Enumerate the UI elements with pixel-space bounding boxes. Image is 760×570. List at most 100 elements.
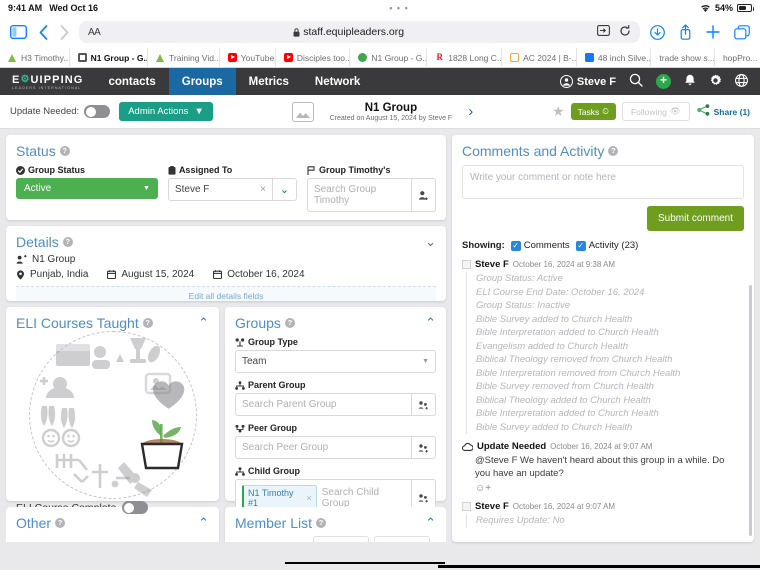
help-icon[interactable]: ?	[62, 237, 73, 247]
assigned-to-dropdown-icon[interactable]: ⌄	[272, 178, 297, 201]
app-logo[interactable]: E ⚙ UIPPING LEADERS INTERNATIONAL	[0, 68, 95, 95]
user-menu[interactable]: Steve F	[559, 75, 616, 88]
group-photo-placeholder-icon[interactable]	[291, 101, 314, 122]
eli-course-wheel[interactable]	[16, 331, 209, 499]
share-icon[interactable]	[679, 24, 692, 40]
hierarchy-icon	[235, 380, 245, 390]
bookmark-item[interactable]: AC 2024 | B-...	[502, 47, 577, 68]
create-member-button[interactable]: Create +	[312, 536, 369, 543]
bookmark-item[interactable]: hopPro...	[715, 48, 760, 68]
bell-icon[interactable]	[684, 74, 696, 90]
peer-group-input[interactable]: Search Peer Group	[235, 436, 412, 459]
filter-comments-checkbox[interactable]: ✓ Comments	[510, 240, 570, 251]
bookmark-item[interactable]: N1 Group - G...	[350, 47, 428, 68]
next-record-chevron-icon[interactable]: ›	[468, 103, 473, 120]
help-icon[interactable]: ?	[59, 146, 70, 156]
reader-view-icon[interactable]	[597, 25, 610, 39]
remove-chip-icon[interactable]: ×	[307, 493, 312, 503]
clock-icon: ⏲	[602, 106, 609, 116]
sidebar-toggle-icon[interactable]	[10, 25, 27, 39]
add-icon[interactable]: +	[656, 74, 671, 89]
bookmark-item[interactable]: Training Vid...	[148, 47, 220, 68]
wifi-icon	[701, 4, 710, 12]
entry-timestamp: October 16, 2024 at 9:38 AM	[512, 260, 616, 269]
group-type-select[interactable]: Team ▼	[235, 350, 436, 373]
reload-icon[interactable]	[619, 24, 631, 40]
filter-activity-checkbox[interactable]: ✓ Activity (23)	[575, 240, 638, 251]
share-network-icon[interactable]	[696, 104, 710, 119]
text-size-button[interactable]: AA	[88, 27, 101, 38]
assigned-to-field: Assigned To Steve F × ⌄	[167, 165, 297, 212]
following-button[interactable]: Following 👁	[621, 102, 690, 121]
chevron-up-icon[interactable]: ⌃	[198, 315, 209, 331]
forward-button-icon[interactable]	[60, 24, 69, 40]
nav-tab-contacts[interactable]: contacts	[95, 68, 168, 95]
details-group-name-row: N1 Group	[16, 254, 436, 265]
tab-overview-icon[interactable]	[734, 24, 750, 40]
details-location: Punjab, India	[30, 269, 89, 280]
select-member-button[interactable]: Select	[373, 536, 430, 542]
add-reaction-icon[interactable]: ☺+	[475, 483, 738, 494]
cards-row: ELI Courses Taught? ⌃ Groups ? ⌃ Group T…	[6, 307, 446, 517]
clear-icon[interactable]: ×	[260, 184, 266, 195]
group-status-select[interactable]: Active ▼	[16, 178, 158, 199]
search-icon[interactable]	[629, 73, 643, 90]
chevron-up-icon[interactable]: ⌃	[198, 515, 209, 531]
nav-tab-network[interactable]: Network	[302, 68, 373, 95]
gear-icon[interactable]	[709, 74, 722, 90]
bookmark-label: N1 Group - G...	[371, 52, 428, 63]
add-group-icon[interactable]	[412, 436, 436, 459]
bookmark-item[interactable]: R 1828 Long C...	[427, 47, 503, 68]
nav-tab-metrics[interactable]: Metrics	[236, 68, 302, 95]
group-type-label: Group Type	[248, 337, 298, 347]
avatar-icon	[462, 502, 471, 511]
eli-course-complete-toggle[interactable]	[122, 501, 149, 514]
parent-group-input[interactable]: Search Parent Group	[235, 393, 412, 416]
admin-actions-label: Admin Actions	[128, 106, 189, 117]
eli-card-title: ELI Courses Taught	[16, 315, 139, 331]
comment-input[interactable]: Write your comment or note here	[462, 165, 744, 199]
assigned-to-label: Assigned To	[178, 165, 233, 175]
help-icon[interactable]: ?	[316, 518, 327, 528]
feed-scrollbar[interactable]	[749, 285, 752, 536]
create-label: Create	[321, 542, 350, 543]
download-icon[interactable]	[650, 24, 665, 40]
bookmark-item[interactable]: 48 inch Silve...	[577, 47, 652, 68]
help-icon[interactable]: ?	[608, 146, 619, 156]
assigned-to-input[interactable]: Steve F ×	[167, 178, 273, 201]
chevron-up-icon[interactable]: ⌃	[425, 315, 436, 331]
chevron-down-icon[interactable]: ⌄	[425, 234, 436, 250]
bookmark-item[interactable]: Disciples too...	[276, 47, 351, 68]
add-person-icon[interactable]	[412, 178, 436, 212]
new-tab-plus-icon[interactable]	[706, 25, 720, 39]
tasks-button[interactable]: Tasks ⏲	[570, 103, 616, 120]
star-icon[interactable]: ★	[552, 103, 565, 120]
entry-author: Update Needed	[477, 441, 547, 452]
bookmark-item[interactable]: H3 Timothy...	[0, 47, 70, 68]
help-icon[interactable]: ?	[142, 318, 153, 328]
child-group-label: Child Group	[248, 466, 300, 476]
nav-tab-groups[interactable]: Groups	[168, 68, 236, 95]
bookmark-item[interactable]: N1 Group - G...	[70, 47, 149, 68]
back-button-icon[interactable]	[39, 24, 48, 40]
admin-actions-button[interactable]: Admin Actions ▼	[119, 102, 213, 121]
submit-comment-button[interactable]: Submit comment	[646, 206, 744, 231]
details-meta-row: Punjab, India August 15, 2024 October 16…	[16, 269, 436, 280]
chevron-up-icon[interactable]: ⌃	[425, 515, 436, 531]
globe-icon[interactable]	[735, 73, 748, 90]
activity-line: Group Status: Active	[476, 273, 563, 284]
bookmark-item[interactable]: YouTube	[220, 47, 276, 68]
edit-all-details-link[interactable]: Edit all details fields	[16, 286, 436, 301]
add-group-icon[interactable]	[412, 393, 436, 416]
address-bar[interactable]: AA staff.equipleaders.org	[79, 21, 640, 43]
share-link[interactable]: Share (1)	[714, 107, 750, 117]
activity-feed[interactable]: Steve F October 16, 2024 at 9:38 AM Group …	[462, 259, 744, 534]
help-icon[interactable]: ?	[55, 518, 66, 528]
update-needed-toggle[interactable]	[84, 105, 111, 118]
group-timothys-input[interactable]: Search Group Timothy	[306, 178, 412, 212]
course-icons-graphic	[39, 338, 184, 497]
calendar-icon	[213, 270, 223, 279]
entry-timestamp: October 16, 2024 at 9:07 AM	[550, 442, 653, 451]
help-icon[interactable]: ?	[284, 318, 295, 328]
bookmark-item[interactable]: trade show s...	[651, 47, 715, 68]
